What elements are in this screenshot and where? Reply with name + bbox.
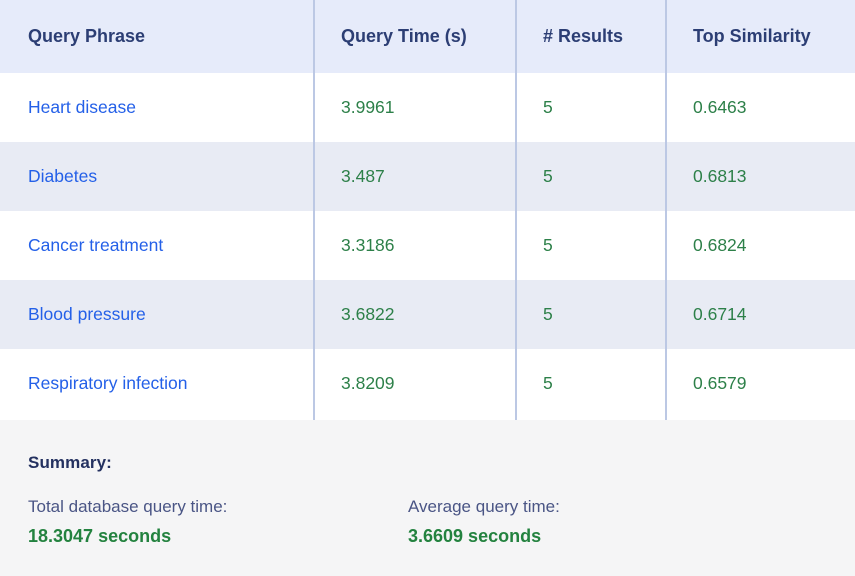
cell-query-phrase[interactable]: Heart disease xyxy=(0,73,313,142)
column-header-query-time[interactable]: Query Time (s) xyxy=(313,0,515,73)
table-row: Heart disease 3.9961 5 0.6463 xyxy=(0,73,855,142)
cell-top-similarity: 0.6579 xyxy=(665,349,855,418)
summary-stats: Total database query time: 18.3047 secon… xyxy=(28,495,827,549)
summary-stat-average-query-time: Average query time: 3.6609 seconds xyxy=(408,495,788,549)
summary-total-label: Total database query time: xyxy=(28,495,408,520)
table-row: Blood pressure 3.6822 5 0.6714 xyxy=(0,280,855,349)
cell-num-results: 5 xyxy=(515,280,665,349)
cell-num-results: 5 xyxy=(515,142,665,211)
column-header-num-results[interactable]: # Results xyxy=(515,0,665,73)
cell-top-similarity: 0.6824 xyxy=(665,211,855,280)
table-row: Cancer treatment 3.3186 5 0.6824 xyxy=(0,211,855,280)
summary-total-value: 18.3047 seconds xyxy=(28,523,408,549)
cell-num-results: 5 xyxy=(515,349,665,418)
cell-query-phrase[interactable]: Cancer treatment xyxy=(0,211,313,280)
cell-query-phrase[interactable]: Blood pressure xyxy=(0,280,313,349)
cell-top-similarity: 0.6714 xyxy=(665,280,855,349)
cell-query-phrase[interactable]: Diabetes xyxy=(0,142,313,211)
cell-query-phrase[interactable]: Respiratory infection xyxy=(0,349,313,418)
summary-title: Summary: xyxy=(28,453,827,473)
cell-query-time: 3.8209 xyxy=(313,349,515,418)
query-results-table: Query Phrase Query Time (s) # Results To… xyxy=(0,0,855,418)
column-header-query-phrase[interactable]: Query Phrase xyxy=(0,0,313,73)
cell-query-time: 3.487 xyxy=(313,142,515,211)
table-body: Heart disease 3.9961 5 0.6463 Diabetes 3… xyxy=(0,73,855,418)
summary-average-label: Average query time: xyxy=(408,495,788,520)
summary-section: Summary: Total database query time: 18.3… xyxy=(0,420,855,576)
cell-top-similarity: 0.6813 xyxy=(665,142,855,211)
cell-query-time: 3.9961 xyxy=(313,73,515,142)
cell-num-results: 5 xyxy=(515,211,665,280)
summary-average-value: 3.6609 seconds xyxy=(408,523,788,549)
cell-query-time: 3.3186 xyxy=(313,211,515,280)
table-header-row: Query Phrase Query Time (s) # Results To… xyxy=(0,0,855,73)
summary-stat-total-query-time: Total database query time: 18.3047 secon… xyxy=(28,495,408,549)
table-header: Query Phrase Query Time (s) # Results To… xyxy=(0,0,855,73)
cell-query-time: 3.6822 xyxy=(313,280,515,349)
table-row: Respiratory infection 3.8209 5 0.6579 xyxy=(0,349,855,418)
table-row: Diabetes 3.487 5 0.6813 xyxy=(0,142,855,211)
cell-top-similarity: 0.6463 xyxy=(665,73,855,142)
cell-num-results: 5 xyxy=(515,73,665,142)
query-results-panel: Query Phrase Query Time (s) # Results To… xyxy=(0,0,855,576)
column-header-top-similarity[interactable]: Top Similarity xyxy=(665,0,855,73)
